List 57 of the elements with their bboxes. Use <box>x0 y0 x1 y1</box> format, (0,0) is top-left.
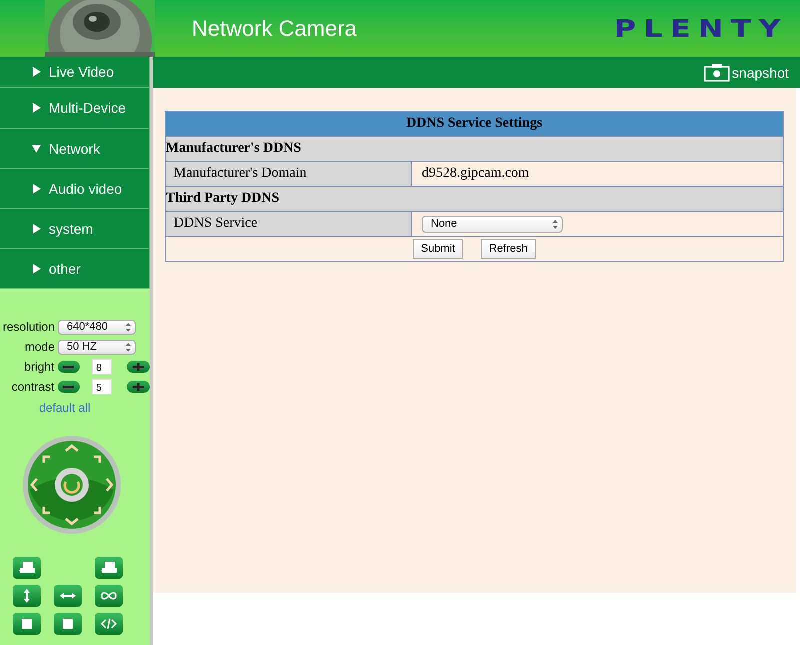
printer-icon <box>18 561 36 575</box>
plus-button[interactable] <box>127 381 150 393</box>
menu-item[interactable]: Live Video <box>0 57 150 88</box>
table-title: DDNS Service Settings <box>166 112 784 136</box>
control-button[interactable] <box>54 613 82 635</box>
triangle-down-icon <box>32 144 41 154</box>
header-title: Network Camera <box>192 16 358 42</box>
control-button[interactable] <box>95 585 123 607</box>
value-field[interactable]: 8 <box>92 359 112 375</box>
dropdown[interactable]: 50 HZ <box>58 340 136 354</box>
minus-button[interactable] <box>58 361 80 373</box>
plus-button[interactable] <box>127 361 150 373</box>
setting-label: resolution <box>2 320 55 334</box>
code-icon <box>100 617 118 631</box>
control-button[interactable] <box>13 557 41 579</box>
triangle-right-icon <box>32 264 41 274</box>
plus-icon <box>132 363 146 371</box>
menu-item[interactable]: other <box>0 249 150 289</box>
dropdown[interactable]: 640*480 <box>58 320 136 334</box>
minus-icon <box>62 383 76 391</box>
control-button[interactable] <box>13 613 41 635</box>
menu-item[interactable]: Network <box>0 129 150 169</box>
setting-label: bright <box>24 360 55 374</box>
field-label: Manufacturer's Domain <box>166 162 412 186</box>
value-field[interactable]: 5 <box>92 379 112 395</box>
reset-link[interactable]: default all <box>0 401 130 415</box>
action-button[interactable]: Refresh <box>481 239 536 259</box>
minus-button[interactable] <box>58 381 80 393</box>
caret-icon <box>553 220 558 228</box>
section-heading: Manufacturer's DDNS <box>166 136 784 162</box>
control-button[interactable] <box>95 613 123 635</box>
dropdown[interactable]: None <box>422 216 563 232</box>
control-button[interactable] <box>95 557 123 579</box>
control-button[interactable] <box>13 585 41 607</box>
camera-icon <box>704 63 730 82</box>
triangle-right-icon <box>32 103 41 113</box>
action-button[interactable]: Submit <box>413 239 464 259</box>
menu-item[interactable]: Multi-Device <box>0 88 150 129</box>
printer-icon <box>100 561 118 575</box>
section-heading: Third Party DDNS <box>166 186 784 212</box>
setting-label: contrast <box>10 380 55 394</box>
infinity-icon <box>100 589 118 603</box>
triangle-right-icon <box>32 224 41 234</box>
plus-icon <box>132 383 146 391</box>
control-button[interactable] <box>54 585 82 607</box>
caret-icon <box>126 322 131 332</box>
triangle-right-icon <box>32 184 41 194</box>
field-label: DDNS Service <box>166 212 412 236</box>
snapshot-button[interactable]: snapshot <box>704 63 789 82</box>
direction-pad[interactable] <box>22 435 122 535</box>
menu-item[interactable]: system <box>0 209 150 249</box>
brand-logo: PLENTY <box>614 14 788 42</box>
caret-icon <box>126 342 131 352</box>
triangle-right-icon <box>32 67 41 77</box>
minus-icon <box>62 363 76 371</box>
setting-label: mode <box>24 340 55 354</box>
menu-item[interactable]: Audio video <box>0 169 150 209</box>
